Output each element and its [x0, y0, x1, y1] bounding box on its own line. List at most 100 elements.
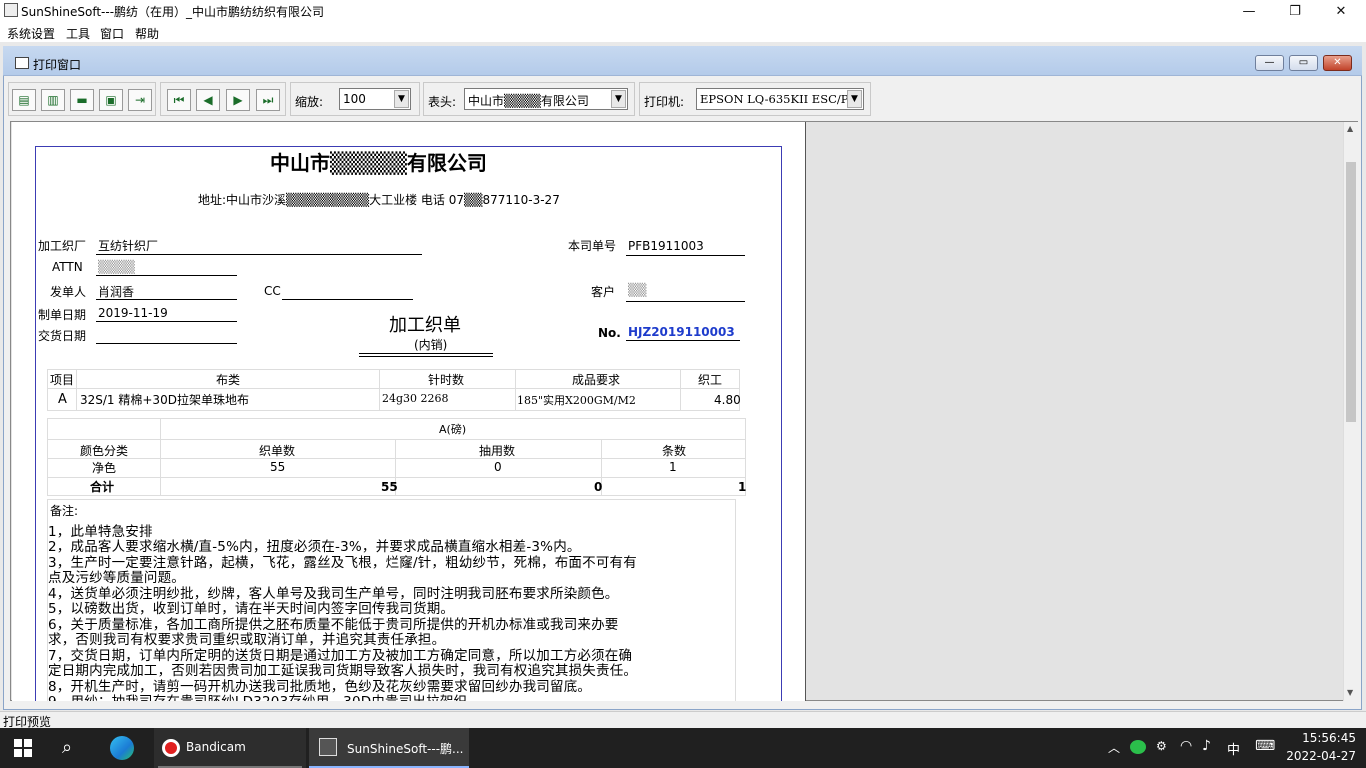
factory-value: 互纺针织厂 — [98, 239, 159, 253]
chevron-down-icon: ▼ — [847, 90, 862, 108]
chevron-down-icon: ▼ — [394, 90, 409, 108]
next-page-icon[interactable]: ▶ — [226, 89, 250, 111]
company-name: 中山市▒▒▒▒▒有限公司 — [270, 151, 487, 175]
attn-label: ATTN — [52, 260, 83, 274]
zoom-label: 缩放: — [295, 95, 324, 109]
items-header-needle: 针时数 — [428, 373, 465, 387]
qty-header-count: 条数 — [662, 444, 687, 458]
qty-row-color: 净色 — [92, 461, 117, 475]
menu-help[interactable]: 帮助 — [135, 25, 159, 42]
item-fabric: 32S/1 精棉+30D拉架单珠地布 — [80, 393, 249, 407]
prev-page-icon[interactable]: ◀ — [196, 89, 220, 111]
search-icon[interactable]: ⌕ — [62, 737, 72, 758]
save-icon[interactable]: ▣ — [99, 89, 123, 111]
ime-mode-icon[interactable]: ⚙ — [1156, 739, 1167, 753]
scrollbar-thumb[interactable] — [1346, 162, 1356, 422]
menu-window[interactable]: 窗口 — [100, 25, 124, 42]
taskbar-app-label: Bandicam — [186, 740, 246, 754]
qty-row-count: 1 — [669, 460, 677, 474]
taskbar-app-label: SunShineSoft---鹏... — [347, 742, 464, 756]
no-value: HJZ2019110003 — [628, 325, 735, 339]
order-date-label: 制单日期 — [38, 308, 87, 322]
remark-line: 9，用纱：抽我司存在贵司胚纱LD3203存纱用，30D由贵司出拉架织。 — [48, 690, 481, 701]
attn-value: ▒▒▒▒ — [98, 260, 135, 274]
qty-header-order: 织单数 — [259, 444, 296, 458]
company-address: 地址:中山市沙溪▒▒▒▒▒▒▒▒▒大工业楼 电话 07▒▒877110-3-27 — [198, 193, 560, 207]
app-icon — [319, 738, 337, 756]
document-icon[interactable]: ▥ — [41, 89, 65, 111]
minimize-button[interactable]: — — [1226, 0, 1272, 22]
window-title: SunShineSoft---鹏纺（在用）_中山市鹏纺纺织有限公司 — [21, 5, 325, 19]
app-icon — [4, 3, 18, 17]
qty-header-color: 颜色分类 — [80, 444, 129, 458]
taskbar: ⌕ Bandicam SunShineSoft---鹏... ︿ ⚙ ◠ ♪ 中… — [0, 728, 1366, 768]
child-restore-button[interactable]: ▭ — [1289, 55, 1318, 71]
first-page-icon[interactable]: ⏮ — [167, 89, 191, 111]
total-label: 合计 — [90, 480, 115, 494]
keyboard-icon[interactable]: ⌨ — [1255, 738, 1275, 754]
no-label: No. — [598, 326, 621, 340]
menu-bar: 系统设置 工具 窗口 帮助 — [0, 22, 1366, 42]
chevron-up-icon[interactable]: ︿ — [1108, 739, 1120, 756]
cc-label: CC — [264, 284, 281, 298]
printer-icon — [15, 57, 29, 69]
ruler-icon[interactable]: ▬ — [70, 89, 94, 111]
menu-system-settings[interactable]: 系统设置 — [7, 25, 55, 42]
taskbar-app-sunshinesoft[interactable]: SunShineSoft---鹏... — [309, 728, 469, 768]
sender-label: 发单人 — [50, 285, 87, 299]
order-date-value: 2019-11-19 — [98, 306, 168, 320]
zoom-select[interactable]: 100 ▼ — [339, 88, 411, 110]
printer-label: 打印机: — [644, 95, 685, 109]
zoom-value: 100 — [343, 92, 366, 106]
clock-date[interactable]: 2022-04-27 — [1284, 749, 1356, 763]
clock-time[interactable]: 15:56:45 — [1290, 731, 1356, 745]
exit-icon[interactable]: ⇥ — [128, 89, 152, 111]
remarks-label: 备注: — [50, 504, 79, 518]
status-bar: 打印预览 — [0, 711, 1366, 729]
printer-value: EPSON LQ-635KII ESC/P — [700, 92, 849, 106]
header-label: 表头: — [428, 95, 457, 109]
last-page-icon[interactable]: ⏭ — [256, 89, 280, 111]
maximize-button[interactable]: ❐ — [1272, 0, 1318, 22]
print-window-titlebar: 打印窗口 — [3, 46, 1362, 76]
items-header-item: 项目 — [50, 373, 75, 387]
form-subtitle: (内销) — [414, 338, 448, 352]
form-title: 加工织单 — [389, 315, 461, 336]
record-icon — [162, 739, 180, 757]
qty-group-label: A(磅) — [439, 423, 467, 436]
ime-language[interactable]: 中 — [1227, 739, 1240, 758]
taskbar-app-bandicam[interactable]: Bandicam — [154, 728, 306, 768]
header-value: 中山市▒▒▒▒有限公司 — [468, 94, 589, 108]
item-id: A — [58, 392, 67, 407]
qty-row-used: 0 — [494, 460, 502, 474]
printer-select[interactable]: EPSON LQ-635KII ESC/P ▼ — [696, 88, 864, 110]
qty-header-used: 抽用数 — [479, 444, 516, 458]
page-setup-icon[interactable]: ▤ — [12, 89, 36, 111]
wifi-icon[interactable]: ◠ — [1180, 738, 1192, 754]
wechat-icon[interactable] — [1130, 740, 1146, 754]
customer-label: 客户 — [591, 285, 616, 299]
item-requirement: 185"实用X200GM/M2 — [517, 394, 636, 407]
items-header-requirement: 成品要求 — [572, 373, 621, 387]
close-button[interactable]: ✕ — [1318, 0, 1364, 22]
qty-row-order: 55 — [270, 460, 286, 474]
windows-start-icon[interactable] — [14, 739, 32, 757]
total-count: 1 — [738, 480, 747, 494]
sender-value: 肖润香 — [98, 285, 135, 299]
item-price: 4.80 — [714, 393, 741, 407]
factory-label: 加工织厂 — [38, 239, 87, 253]
total-used: 0 — [594, 480, 603, 494]
edge-browser-icon[interactable] — [110, 736, 134, 760]
vertical-scrollbar[interactable]: ▲ ▼ — [1343, 122, 1358, 701]
menu-tools[interactable]: 工具 — [66, 25, 90, 42]
title-bar: SunShineSoft---鹏纺（在用）_中山市鹏纺纺织有限公司 — ❐ ✕ — [0, 0, 1366, 22]
child-minimize-button[interactable]: — — [1255, 55, 1284, 71]
item-needle: 24g30 2268 — [382, 392, 449, 405]
delivery-date-label: 交货日期 — [38, 329, 87, 343]
header-select[interactable]: 中山市▒▒▒▒有限公司 ▼ — [464, 88, 628, 110]
document-page: 中山市▒▒▒▒▒有限公司 地址:中山市沙溪▒▒▒▒▒▒▒▒▒大工业楼 电话 07… — [12, 122, 806, 701]
volume-icon[interactable]: ♪ — [1202, 738, 1211, 754]
child-close-button[interactable]: ✕ — [1323, 55, 1352, 71]
total-order: 55 — [381, 480, 398, 494]
items-header-fabric: 布类 — [216, 373, 241, 387]
